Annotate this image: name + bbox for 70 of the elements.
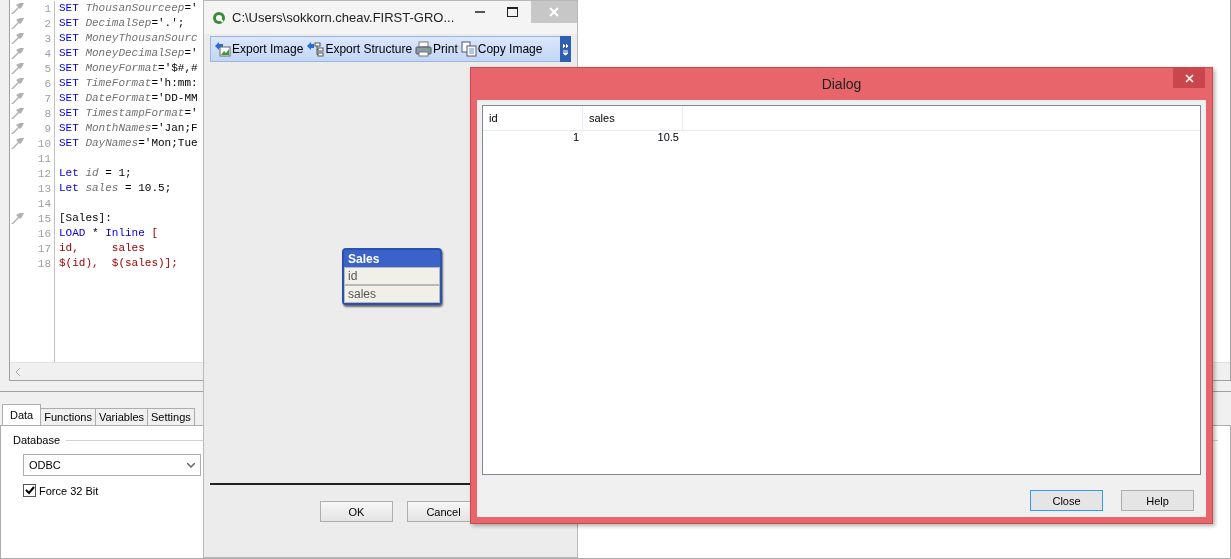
tab[interactable]: Data <box>2 404 42 426</box>
code-line: SET ThousanSourceep=' <box>59 1 198 16</box>
line-number: 2 <box>44 17 51 30</box>
tab[interactable]: Settings <box>147 408 195 426</box>
dialog-title: Dialog <box>821 76 862 92</box>
line-number: 15 <box>37 212 51 225</box>
column-header[interactable]: sales <box>583 106 683 130</box>
code-line: SET DayNames='Mon;Tue <box>59 136 198 151</box>
line-number: 3 <box>44 32 51 45</box>
code-line: SET MonthNames='Jan;F <box>59 121 198 136</box>
code-line: LOAD * Inline [ <box>59 226 159 241</box>
field-name: id <box>344 267 440 285</box>
toolbar-button[interactable]: Export Structure <box>306 41 413 57</box>
toolbar-overflow-button[interactable] <box>560 36 571 62</box>
maximize-icon <box>506 7 518 17</box>
toolbar-button[interactable]: Copy Image <box>460 41 543 57</box>
line-number: 10 <box>37 137 51 150</box>
close-icon <box>1184 73 1194 83</box>
copy-icon <box>460 41 477 57</box>
image-export-icon <box>214 41 231 57</box>
code-line: Let id = 1; <box>59 166 132 181</box>
database-select[interactable]: ODBC <box>23 454 201 476</box>
minimize-icon <box>475 11 485 13</box>
table-cell-text: 1 <box>571 131 580 145</box>
line-number: 7 <box>44 92 51 105</box>
toolbar-button[interactable]: Export Image <box>214 41 304 57</box>
close-button[interactable] <box>1173 68 1205 88</box>
line-number: 12 <box>37 167 51 180</box>
table-name: Sales <box>347 251 381 267</box>
dialog-button[interactable]: Help <box>1121 490 1194 511</box>
line-number: 4 <box>44 47 51 60</box>
line-number: 11 <box>37 152 51 165</box>
chevron-icon <box>562 42 569 56</box>
printer-icon <box>415 41 433 57</box>
code-line: SET TimestampFormat=' <box>59 106 198 121</box>
structure-export-icon <box>306 41 325 57</box>
line-number: 13 <box>37 182 51 195</box>
code-line: SET DecimalSep='.'; <box>59 16 185 31</box>
dialog-button[interactable]: Close <box>1030 490 1103 511</box>
line-number: 16 <box>37 227 51 240</box>
close-icon <box>549 7 559 17</box>
code-line: SET TimeFormat='h:mm: <box>59 76 198 91</box>
line-number: 14 <box>37 197 51 210</box>
dialog-button[interactable]: OK <box>320 501 393 522</box>
table-box[interactable]: Sales id sales <box>342 248 442 305</box>
line-number: 6 <box>44 77 51 90</box>
column-header[interactable]: id <box>483 106 583 130</box>
code-line: [Sales]: <box>59 211 112 226</box>
field-name: sales <box>344 285 440 303</box>
line-number: 18 <box>37 257 51 270</box>
toolbar-button[interactable]: Print <box>415 41 458 57</box>
line-number: 9 <box>44 122 51 135</box>
code-line: SET MoneyFormat='$#,# <box>59 61 198 76</box>
dropdown-caret-icon <box>187 462 195 468</box>
code-line: SET DateFormat='DD-MM <box>59 91 198 106</box>
line-number: 17 <box>37 242 51 255</box>
group-label: Database <box>13 434 61 446</box>
code-line: SET MoneyDecimalSep=' <box>59 46 198 61</box>
table-cell-text: 10.5 <box>656 131 680 145</box>
line-number: 1 <box>44 2 51 15</box>
checkbox-label: Force 32 Bit <box>39 484 99 497</box>
code-line: SET MoneyThousanSourc <box>59 31 198 46</box>
code-line: Let sales = 10.5; <box>59 181 172 196</box>
checkbox[interactable] <box>23 484 36 497</box>
window-title: C:\Users\sokkorn.cheav.FIRST-GRO... <box>232 10 456 25</box>
line-number: 8 <box>44 107 51 120</box>
code-line: $(id), $(sales)]; <box>59 256 178 271</box>
line-number: 5 <box>44 62 51 75</box>
app-logo-icon <box>212 10 226 25</box>
code-line: id, sales <box>59 241 145 256</box>
